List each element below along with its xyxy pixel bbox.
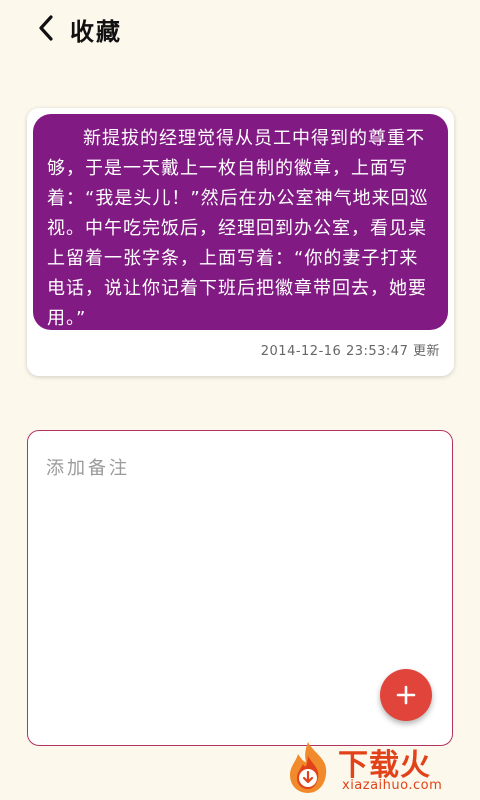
watermark-domain: xiazaihuo.com	[342, 778, 443, 793]
favorite-meta: 2014-12-16 23:53:47 更新	[261, 340, 440, 359]
favorites-screen: 收藏 新提拔的经理觉得从员工中得到的尊重不够，于是一天戴上一枚自制的徽章，上面写…	[0, 0, 480, 800]
favorite-card[interactable]: 新提拔的经理觉得从员工中得到的尊重不够，于是一天戴上一枚自制的徽章，上面写着：“…	[27, 108, 454, 376]
back-button[interactable]	[28, 10, 64, 46]
plus-icon	[396, 685, 416, 705]
add-button[interactable]	[380, 669, 432, 721]
page-title: 收藏	[70, 18, 122, 46]
watermark: 下载火 xiazaihuo.com	[278, 738, 478, 798]
note-input[interactable]	[46, 453, 426, 483]
top-bar: 收藏	[0, 0, 480, 56]
flame-logo-icon	[290, 742, 327, 793]
favorite-timestamp: 2014-12-16 23:53:47	[260, 344, 409, 359]
quote-text: 新提拔的经理觉得从员工中得到的尊重不够，于是一天戴上一枚自制的徽章，上面写着：“…	[33, 114, 448, 330]
chevron-left-icon	[39, 15, 53, 41]
update-link[interactable]: 更新	[413, 344, 440, 359]
